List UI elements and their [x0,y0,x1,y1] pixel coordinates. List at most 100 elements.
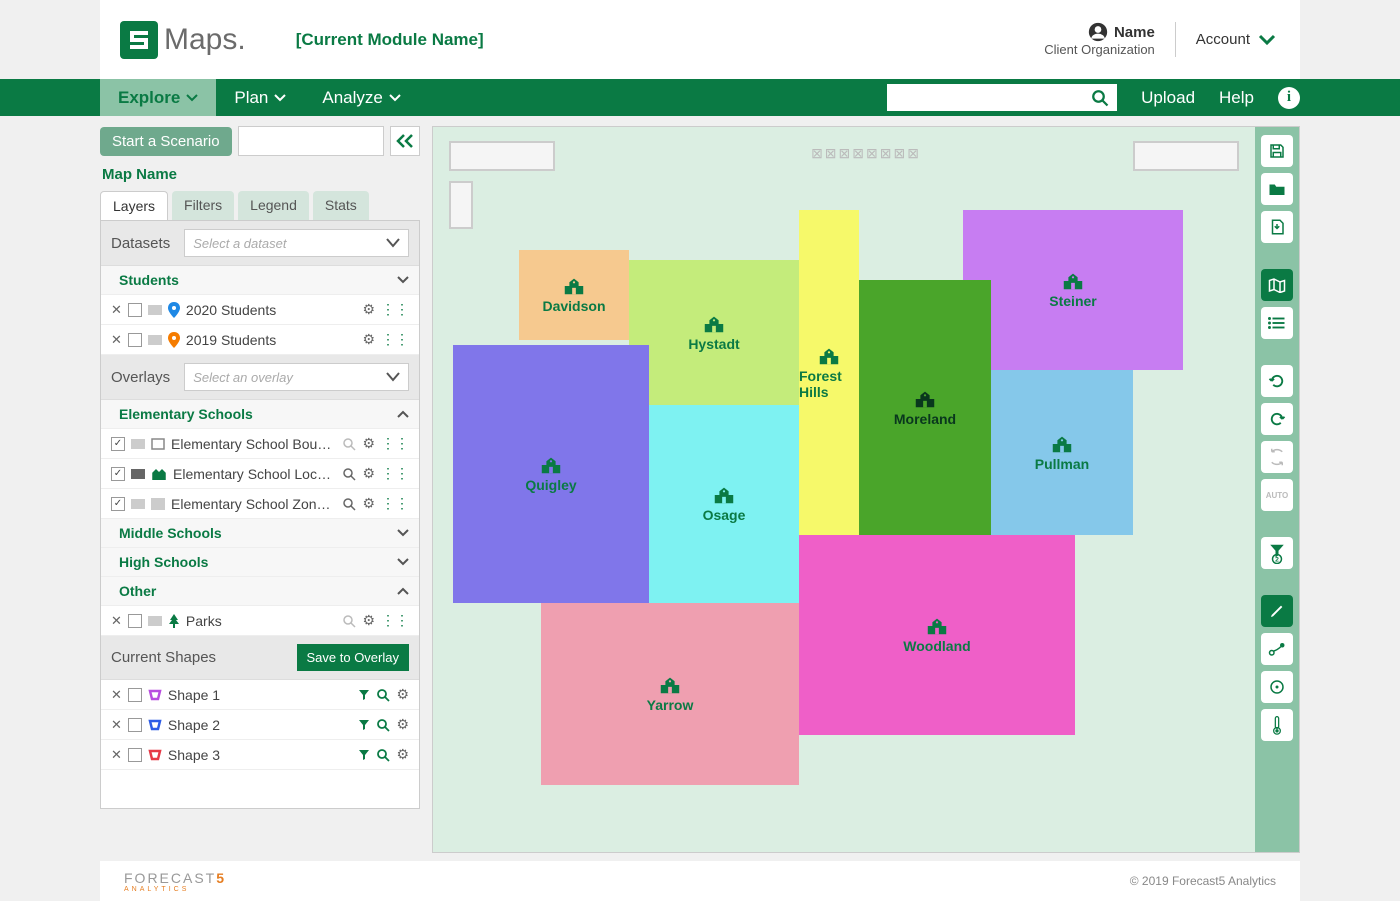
hide-icon[interactable] [131,439,145,449]
start-scenario-button[interactable]: Start a Scenario [100,127,232,156]
zoom-icon[interactable] [342,497,356,511]
search-input[interactable] [895,90,1091,106]
refresh-button[interactable] [1261,441,1293,473]
checkbox[interactable] [128,303,142,317]
info-icon[interactable]: i [1278,87,1300,109]
tab-stats[interactable]: Stats [313,191,369,220]
account-menu[interactable]: Account [1196,31,1276,48]
export-button[interactable] [1261,211,1293,243]
zone-yarrow[interactable]: Yarrow [541,603,799,785]
scenario-name-input[interactable] [238,126,384,156]
undo-button[interactable] [1261,365,1293,397]
target-button[interactable] [1261,671,1293,703]
remove-icon[interactable]: ✕ [111,332,122,348]
zone-steiner[interactable]: Steiner [963,210,1183,370]
drag-handle-icon[interactable]: ⋮⋮ [381,612,409,629]
zone-quigley[interactable]: Quigley [453,345,649,603]
auto-button[interactable]: AUTO [1261,479,1293,511]
drag-handle-icon[interactable]: ⋮⋮ [381,495,409,512]
remove-icon[interactable]: ✕ [111,687,122,703]
drag-handle-icon[interactable]: ⋮⋮ [381,301,409,318]
checkbox[interactable] [128,748,142,762]
checkbox[interactable] [128,688,142,702]
filter-icon[interactable] [358,749,370,761]
chevron-down-icon[interactable] [397,529,409,537]
hide-icon[interactable] [148,305,162,315]
nav-tab-analyze[interactable]: Analyze [304,79,418,116]
gear-icon[interactable]: ⚙ [396,746,409,763]
chevron-up-icon[interactable] [397,410,409,418]
draw-button[interactable] [1261,595,1293,627]
chevron-up-icon[interactable] [397,587,409,595]
search-box[interactable] [887,84,1117,111]
zoom-icon[interactable] [342,437,356,451]
save-to-overlay-button[interactable]: Save to Overlay [297,644,410,671]
zoom-icon[interactable] [376,718,390,732]
nav-tab-explore[interactable]: Explore [100,79,216,116]
checkbox[interactable] [128,614,142,628]
drag-handle-icon[interactable]: ⋮⋮ [381,435,409,452]
gear-icon[interactable]: ⚙ [362,612,375,629]
hide-icon[interactable] [148,616,162,626]
gear-icon[interactable]: ⚙ [362,465,375,482]
group-other[interactable]: Other [101,577,419,606]
gear-icon[interactable]: ⚙ [362,331,375,348]
map-canvas[interactable]: ⊠⊠⊠⊠⊠⊠⊠⊠ DavidsonHystadtForest HillsStei… [432,126,1300,853]
open-button[interactable] [1261,173,1293,205]
zone-davidson[interactable]: Davidson [519,250,629,340]
nav-tab-plan[interactable]: Plan [216,79,304,116]
hide-icon[interactable] [131,469,145,479]
tab-legend[interactable]: Legend [238,191,309,220]
checkbox[interactable]: ✓ [111,437,125,451]
remove-icon[interactable]: ✕ [111,302,122,318]
dataset-select[interactable]: Select a dataset [184,229,409,257]
zone-woodland[interactable]: Woodland [799,535,1075,735]
drag-handle-icon[interactable]: ⋮⋮ [381,465,409,482]
redo-button[interactable] [1261,403,1293,435]
save-button[interactable] [1261,135,1293,167]
map-view-button[interactable] [1261,269,1293,301]
hide-icon[interactable] [148,335,162,345]
route-button[interactable] [1261,633,1293,665]
zone-forest-hills[interactable]: Forest Hills [799,210,859,535]
nav-help[interactable]: Help [1219,88,1254,108]
checkbox[interactable] [128,718,142,732]
remove-icon[interactable]: ✕ [111,717,122,733]
zone-osage[interactable]: Osage [649,405,799,603]
gear-icon[interactable]: ⚙ [396,686,409,703]
group-high[interactable]: High Schools [101,548,419,577]
list-view-button[interactable] [1261,307,1293,339]
filter-badge-button[interactable]: 2 [1261,537,1293,569]
group-middle[interactable]: Middle Schools [101,519,419,548]
checkbox[interactable] [128,333,142,347]
checkbox[interactable]: ✓ [111,497,125,511]
hide-icon[interactable] [131,499,145,509]
collapse-sidebar-button[interactable] [390,126,420,156]
group-elementary[interactable]: Elementary Schools [101,400,419,429]
tab-filters[interactable]: Filters [172,191,234,220]
remove-icon[interactable]: ✕ [111,747,122,763]
filter-icon[interactable] [358,689,370,701]
nav-upload[interactable]: Upload [1141,88,1195,108]
zone-hystadt[interactable]: Hystadt [629,260,799,405]
search-icon[interactable] [1091,89,1109,107]
zoom-icon[interactable] [342,467,356,481]
gear-icon[interactable]: ⚙ [362,435,375,452]
group-students[interactable]: Students [101,266,419,295]
gear-icon[interactable]: ⚙ [362,495,375,512]
checkbox[interactable]: ✓ [111,467,125,481]
zoom-icon[interactable] [342,614,356,628]
zoom-icon[interactable] [376,748,390,762]
drag-handle-icon[interactable]: ⋮⋮ [381,331,409,348]
gear-icon[interactable]: ⚙ [362,301,375,318]
thermometer-button[interactable] [1261,709,1293,741]
chevron-down-icon[interactable] [397,558,409,566]
remove-icon[interactable]: ✕ [111,613,122,629]
chevron-down-icon[interactable] [397,276,409,284]
gear-icon[interactable]: ⚙ [396,716,409,733]
overlay-select[interactable]: Select an overlay [184,363,409,391]
zone-pullman[interactable]: Pullman [991,370,1133,535]
zone-moreland[interactable]: Moreland [859,280,991,535]
tab-layers[interactable]: Layers [100,191,168,220]
filter-icon[interactable] [358,719,370,731]
